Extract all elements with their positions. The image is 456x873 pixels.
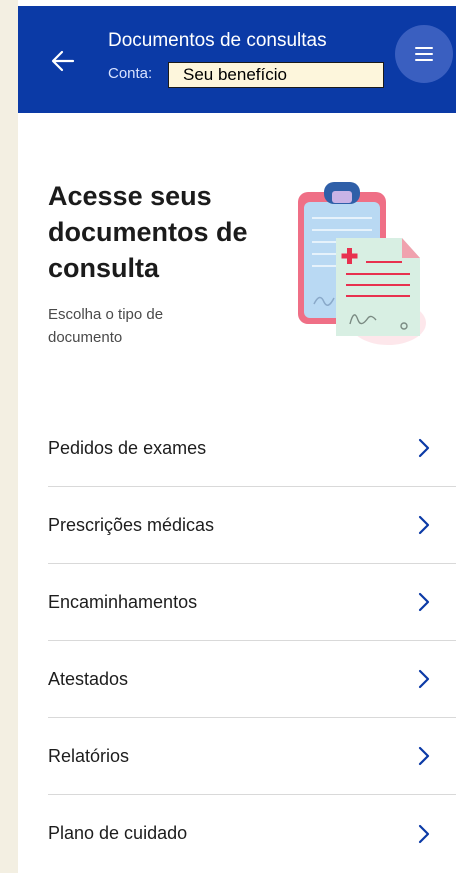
list-item-prescricoes-medicas[interactable]: Prescrições médicas: [48, 487, 456, 564]
hero-heading: Acesse seus documentos de consulta: [48, 181, 248, 283]
chevron-right-icon: [418, 592, 430, 612]
top-bar: Documentos de consultas Conta: Seu benef…: [18, 6, 456, 113]
list-item-relatorios[interactable]: Relatórios: [48, 718, 456, 795]
chevron-right-icon: [418, 669, 430, 689]
list-item-label: Atestados: [48, 668, 129, 689]
document-type-list: Pedidos de exames Prescrições médicas En…: [48, 410, 456, 872]
arrow-left-icon: [51, 50, 75, 72]
list-item-pedidos-de-exames[interactable]: Pedidos de exames: [48, 410, 456, 487]
list-item-label: Pedidos de exames: [48, 437, 207, 458]
back-button[interactable]: [46, 44, 80, 78]
chevron-right-icon: [418, 438, 430, 458]
page-title: Documentos de consultas: [108, 30, 327, 51]
account-selector[interactable]: Seu benefício: [168, 62, 384, 88]
list-item-plano-de-cuidado[interactable]: Plano de cuidado: [48, 795, 456, 872]
chevron-right-icon: [418, 515, 430, 535]
list-item-label: Prescrições médicas: [48, 514, 215, 535]
list-item-label: Encaminhamentos: [48, 591, 198, 612]
chevron-right-icon: [418, 824, 430, 844]
list-item-encaminhamentos[interactable]: Encaminhamentos: [48, 564, 456, 641]
app-screen: Documentos de consultas Conta: Seu benef…: [18, 0, 456, 873]
list-item-label: Relatórios: [48, 745, 130, 766]
chevron-right-icon: [418, 746, 430, 766]
account-label: Conta:: [108, 65, 153, 82]
menu-button[interactable]: [395, 25, 453, 83]
hero-subtitle: Escolha o tipo de documento: [48, 306, 164, 346]
hamburger-menu-icon: [415, 47, 433, 61]
list-item-label: Plano de cuidado: [48, 823, 188, 843]
clipboard-medical-document-icon: [298, 182, 426, 345]
list-item-atestados[interactable]: Atestados: [48, 641, 456, 718]
